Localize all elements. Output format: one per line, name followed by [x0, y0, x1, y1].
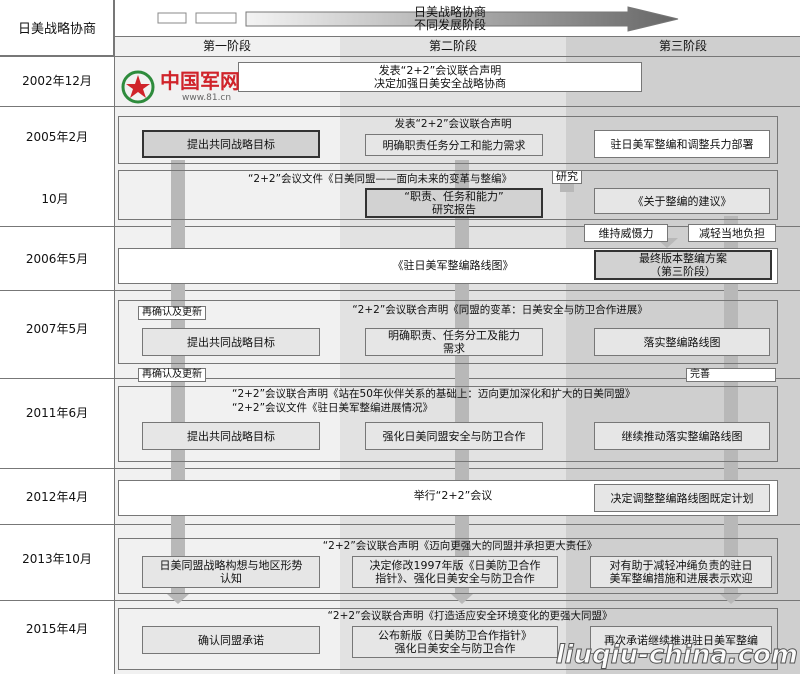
- box-2013-col1: 日美同盟战略构想与地区形势 认知: [142, 556, 320, 588]
- box-2013-col2-text: 决定修改1997年版《日美防卫合作 指针》、强化日美安全与防卫合作: [369, 559, 541, 585]
- flow-arrow-head: [720, 594, 742, 604]
- final-plan-box: 最终版本整编方案 （第三阶段）: [594, 250, 772, 280]
- burden-box: 减轻当地负担: [688, 224, 776, 242]
- statement-2007-text: “2+2”会议联合声明《同盟的变革：日美安全与防卫合作进展》: [352, 304, 648, 316]
- box-2007-col2-text: 明确职责、任务分工及能力 需求: [388, 329, 520, 355]
- box-2013-col2: 决定修改1997年版《日美防卫合作 指针》、强化日美安全与防卫合作: [352, 556, 558, 588]
- reconfirm-label-2011: 再确认及更新: [138, 368, 206, 382]
- box-2005-col3-text: 驻日美军整编和调整兵力部署: [610, 137, 754, 151]
- box-2007-col3: 落实整编路线图: [594, 328, 770, 356]
- date-2002-12: 2002年12月: [22, 74, 92, 88]
- box-2011-col3: 继续推动落实整编路线图: [594, 422, 770, 450]
- header-arrow-subtitle: 不同发展阶段: [413, 18, 486, 32]
- date-2011-06: 2011年6月: [25, 406, 89, 420]
- box-2013-col3: 对有助于减轻冲绳负责的驻日 美军整编措施和进展表示欢迎: [590, 556, 772, 588]
- box-2007-col1: 提出共同战略目标: [142, 328, 320, 356]
- box-2011-col1-text: 提出共同战略目标: [187, 429, 275, 443]
- site-watermark: liuqiu-china.com: [555, 640, 798, 671]
- grid-line: [0, 468, 800, 469]
- box-2005-col2-text: 明确职责任务分工和能力需求: [382, 138, 526, 152]
- date-2006-05: 2006年5月: [25, 252, 89, 266]
- watermark-logo: 中国军网 www.81.cn: [120, 68, 280, 108]
- box-2005b-col2-text: “职责、任务和能力” 研究报告: [404, 190, 504, 216]
- date-2005-10: 10月: [41, 192, 69, 206]
- grid-line: [0, 56, 800, 57]
- header-corner-label: 日美战略协商: [17, 22, 96, 37]
- box-2005-col1-text: 提出共同战略目标: [187, 137, 275, 151]
- grid-line: [114, 0, 115, 674]
- box-2011-col2-text: 强化日美同盟安全与防卫合作: [382, 429, 526, 443]
- box-2005-col2: 明确职责任务分工和能力需求: [365, 134, 543, 156]
- box-2015-col2-text: 公布新版《日美防卫合作指针》 强化日美安全与防卫合作: [378, 629, 532, 655]
- statement-2015-text: “2+2”会议联合声明《打造适应安全环境变化的更强大同盟》: [327, 610, 613, 622]
- box-2005-col3: 驻日美军整编和调整兵力部署: [594, 130, 770, 158]
- watermark-logo-text: 中国军网: [160, 69, 240, 93]
- flow-arrow-head: [451, 594, 473, 604]
- date-2013-10: 2013年10月: [22, 552, 92, 566]
- deterrence-box: 维持威慑力: [584, 224, 668, 242]
- statement-2013-text: “2+2”会议联合声明《迈向更强大的同盟并承担更大责任》: [322, 540, 598, 552]
- flow-arrow-shaft: [455, 160, 469, 594]
- box-2015-col2: 公布新版《日美防卫合作指针》 强化日美安全与防卫合作: [352, 626, 558, 658]
- box-2013-col3-text: 对有助于减轻冲绳负责的驻日 美军整编措施和进展表示欢迎: [609, 559, 753, 585]
- box-2015-col1: 确认同盟承诺: [142, 626, 320, 654]
- box-2007-col1-text: 提出共同战略目标: [187, 335, 275, 349]
- watermark-url: www.81.cn: [182, 93, 232, 103]
- date-2005-02: 2005年2月: [25, 130, 89, 144]
- box-2011-col1: 提出共同战略目标: [142, 422, 320, 450]
- box-2007-col3-text: 落实整编路线图: [643, 335, 721, 349]
- final-plan-text: 最终版本整编方案 （第三阶段）: [639, 252, 727, 278]
- box-2005b-col3-text: 《关于整编的建议》: [632, 194, 732, 208]
- statement-2005-text: 发表“2+2”会议联合声明: [394, 118, 512, 130]
- header-corner-cell: 日美战略协商: [0, 0, 114, 56]
- grid-line: [0, 524, 800, 525]
- box-2011-col2: 强化日美同盟安全与防卫合作: [365, 422, 543, 450]
- grid-line: [0, 290, 800, 291]
- phase2-header: 第二阶段: [428, 39, 477, 53]
- box-2015-col1-text: 确认同盟承诺: [198, 633, 264, 647]
- box-2011-col3-text: 继续推动落实整编路线图: [621, 429, 743, 443]
- deterrence-text: 维持威慑力: [598, 226, 654, 240]
- grid-line: [0, 378, 800, 379]
- statement-2002-text: 发表“2+2”会议联合声明 决定加强日美安全战略协商: [374, 64, 506, 90]
- phase1-header: 第一阶段: [202, 39, 251, 53]
- date-2007-05: 2007年5月: [25, 322, 89, 336]
- roadmap-2006-text: 《驻日美军整编路线图》: [392, 259, 514, 272]
- flow-arrow-head: [167, 594, 189, 604]
- improve-label: 完善: [686, 368, 776, 382]
- box-2013-col1-text: 日美同盟战略构想与地区形势 认知: [159, 559, 303, 585]
- date-2012-04: 2012年4月: [25, 490, 89, 504]
- statement-2011-text2: “2+2”会议文件《驻日美军整编进展情况》: [232, 402, 434, 414]
- box-2007-col2: 明确职责、任务分工及能力 需求: [365, 328, 543, 356]
- date-2015-04: 2015年4月: [25, 622, 89, 636]
- burden-text: 减轻当地负担: [699, 226, 765, 240]
- phase3-header: 第三阶段: [658, 39, 707, 53]
- box-2005-col1: 提出共同战略目标: [142, 130, 320, 158]
- grid-line: [0, 600, 800, 601]
- grid-line: [114, 36, 800, 37]
- statement-2011-text1: “2+2”会议联合声明《站在50年伙伴关系的基础上：迈向更加深化和扩大的日美同盟…: [232, 388, 636, 400]
- box-2012-col3-text: 决定调整整编路线图既定计划: [610, 491, 754, 505]
- box-2012-col3: 决定调整整编路线图既定计划: [594, 484, 770, 512]
- meeting-2012-text: 举行“2+2”会议: [413, 489, 493, 502]
- box-2005b-col2: “职责、任务和能力” 研究报告: [365, 188, 543, 218]
- logo-star-icon: [121, 70, 155, 104]
- statement-2002: 发表“2+2”会议联合声明 决定加强日美安全战略协商: [238, 62, 642, 92]
- doc-2005-text: “2+2”会议文件《日美同盟——面向未来的变革与整编》: [247, 173, 513, 185]
- box-2005b-col3: 《关于整编的建议》: [594, 188, 770, 214]
- grid-line: [0, 226, 800, 227]
- study-label: 研究: [552, 170, 582, 184]
